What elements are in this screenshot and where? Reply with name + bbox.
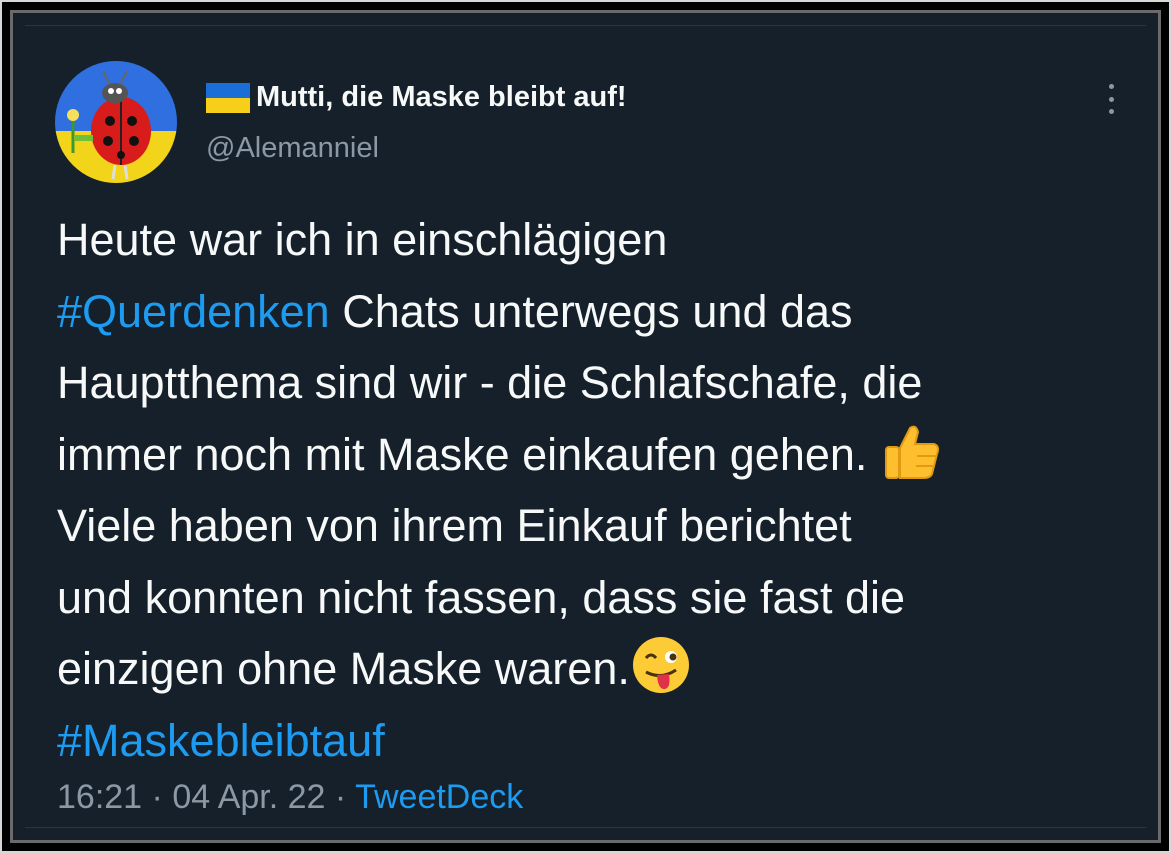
winking-face-with-tongue-icon [632,637,689,693]
tweet-line: einzigen ohne Maske waren. [57,633,1167,705]
tweet-line: Heute war ich in einschlägigen [57,204,1167,276]
hashtag-link-maskebleibtauf[interactable]: #Maskebleibtauf [57,715,385,766]
thumbs-up-icon [884,425,939,479]
tweet-text: Heute war ich in einschlägigen #Querdenk… [57,204,1167,776]
ukraine-flag-icon [206,82,250,113]
tweet-line: #Querdenken Chats unterwegs und das [57,276,1167,348]
tweet-text-segment: Chats unterwegs und das [329,285,853,337]
tweet-date[interactable]: 04 Apr. 22 [172,778,325,816]
hashtag-link-querdenken[interactable]: #Querdenken [57,286,330,337]
photo-frame: Mutti, die Maske bleibt auf! @Alemanniel… [0,0,1171,853]
tweet-text-segment: Hauptthema sind wir - die Schlafschafe, … [57,357,923,408]
meta-separator: · [151,778,163,816]
tweet-text-segment: einzigen ohne Maske waren. [57,643,630,694]
user-handle[interactable]: @Alemanniel [206,132,379,165]
meta-separator: · [334,778,347,816]
display-name[interactable]: Mutti, die Maske bleibt auf! [206,81,627,114]
tweet-text-segment: und konnten nicht fassen, dass sie fast … [57,571,906,623]
more-vertical-icon[interactable] [1106,84,1116,114]
tweet-line: und konnten nicht fassen, dass sie fast … [57,562,1167,634]
display-name-text: Mutti, die Maske bleibt auf! [256,81,627,113]
tweet-line: immer noch mit Maske einkaufen gehen. [57,419,1167,491]
tweet-text-segment: immer noch mit Maske einkaufen gehen. [57,428,880,480]
ladybug-avatar-icon [55,61,177,183]
tweet-meta: 16:21 · 04 Apr. 22 · TweetDeck [57,778,523,817]
tweet-text-segment: Viele haben von ihrem Einkauf berichtet [57,500,852,551]
tweet-card[interactable]: Mutti, die Maske bleibt auf! @Alemanniel… [25,25,1146,828]
tweet-text-segment: Heute war ich in einschlägigen [57,214,668,265]
tweet-source-link[interactable]: TweetDeck [355,778,523,816]
tweet-line: Viele haben von ihrem Einkauf berichtet [57,490,1167,562]
tweet-line: Hauptthema sind wir - die Schlafschafe, … [57,347,1167,419]
frame-inner-border: Mutti, die Maske bleibt auf! @Alemanniel… [10,10,1161,843]
avatar[interactable] [55,61,177,183]
tweet-time[interactable]: 16:21 [57,778,142,816]
tweet-line: #Maskebleibtauf [57,705,1167,777]
